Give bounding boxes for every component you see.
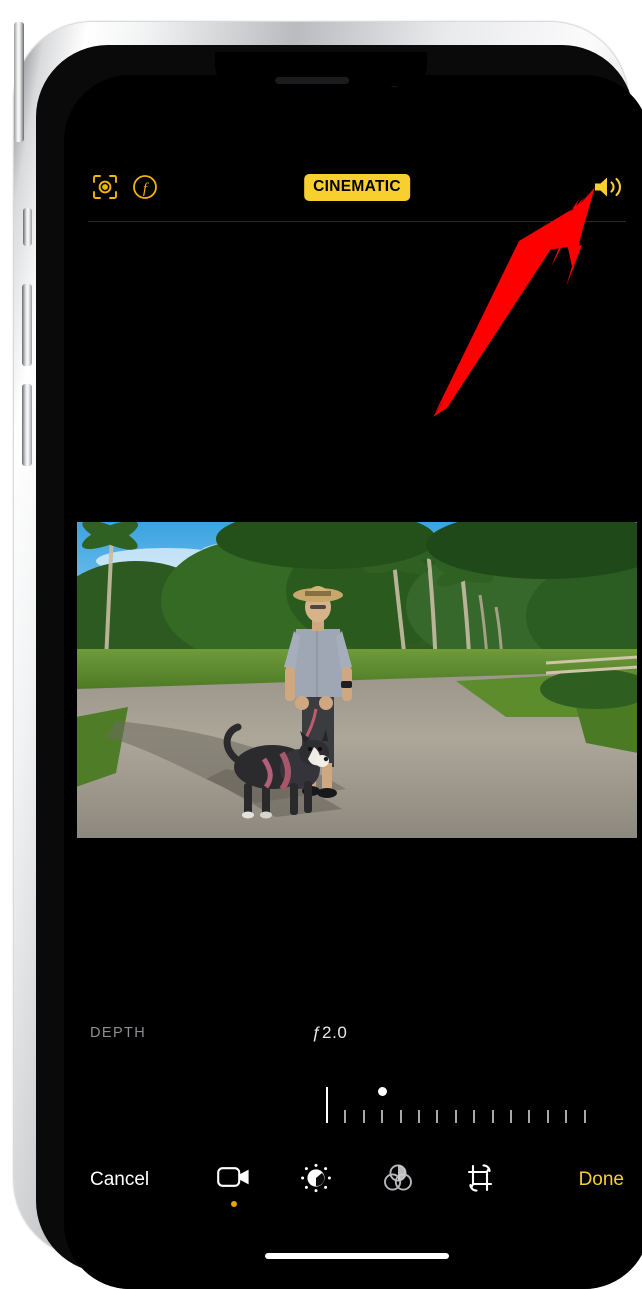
depth-slider-tick [436,1110,439,1123]
depth-slider-tick [510,1110,512,1123]
depth-slider-tick [528,1110,531,1123]
top-left-icon-group: f [92,174,158,200]
depth-slider-tick [418,1110,420,1123]
power-button[interactable] [14,22,24,142]
crop-rotate-icon[interactable] [459,1163,501,1209]
depth-slider-tick [454,1110,457,1123]
volume-down-button[interactable] [22,384,32,466]
depth-slider-tick [381,1110,384,1123]
depth-slider-tick [565,1110,568,1123]
depth-slider-tick [344,1110,347,1123]
speaker-on-icon[interactable] [592,173,626,201]
filters-icon[interactable] [377,1163,419,1209]
editor-tool-group [213,1163,501,1209]
depth-slider-thumb[interactable] [377,1087,387,1096]
phone-frame: f CINEMATIC DEPTH ƒ2.0 Cancel Done [14,22,642,1289]
editor-bottom-toolbar: Cancel Done [64,1157,642,1217]
cinematic-video-icon[interactable] [213,1163,255,1209]
adjust-icon[interactable] [295,1163,337,1209]
active-indicator-dot [231,1201,237,1207]
depth-slider-tick [546,1110,549,1123]
video-preview[interactable] [76,521,638,839]
depth-slider-ticks[interactable] [64,1087,642,1123]
depth-control-row: DEPTH ƒ2.0 [64,1023,642,1051]
depth-slider-tick [583,1110,586,1123]
depth-slider-tick [326,1087,328,1123]
depth-label: DEPTH [90,1025,147,1041]
done-button[interactable]: Done [579,1169,624,1191]
volume-up-button[interactable] [22,284,32,366]
depth-slider-tick [491,1110,494,1123]
mute-switch-button[interactable] [23,208,32,246]
depth-slider-tick [362,1110,365,1123]
editor-top-bar: f CINEMATIC [64,155,642,219]
aperture-f-icon[interactable]: f [132,174,158,200]
focus-subject-tracking-icon[interactable] [92,174,118,200]
phone-screen: f CINEMATIC DEPTH ƒ2.0 Cancel Done [64,75,642,1289]
top-bar-divider [88,221,626,222]
depth-slider[interactable] [64,1077,642,1123]
video-frame-image [76,521,638,839]
phone-bezel: f CINEMATIC DEPTH ƒ2.0 Cancel Done [36,45,642,1289]
home-indicator[interactable] [265,1253,449,1259]
cinematic-video-editor: f CINEMATIC DEPTH ƒ2.0 Cancel Done [64,75,642,1289]
depth-slider-tick [399,1110,402,1123]
cinematic-mode-badge[interactable]: CINEMATIC [304,173,410,201]
cancel-button[interactable]: Cancel [90,1169,149,1191]
device-notch [215,52,427,86]
depth-slider-tick [473,1110,476,1123]
earpiece-speaker [275,77,350,84]
svg-text:f: f [143,181,149,197]
depth-value: ƒ2.0 [312,1023,348,1042]
